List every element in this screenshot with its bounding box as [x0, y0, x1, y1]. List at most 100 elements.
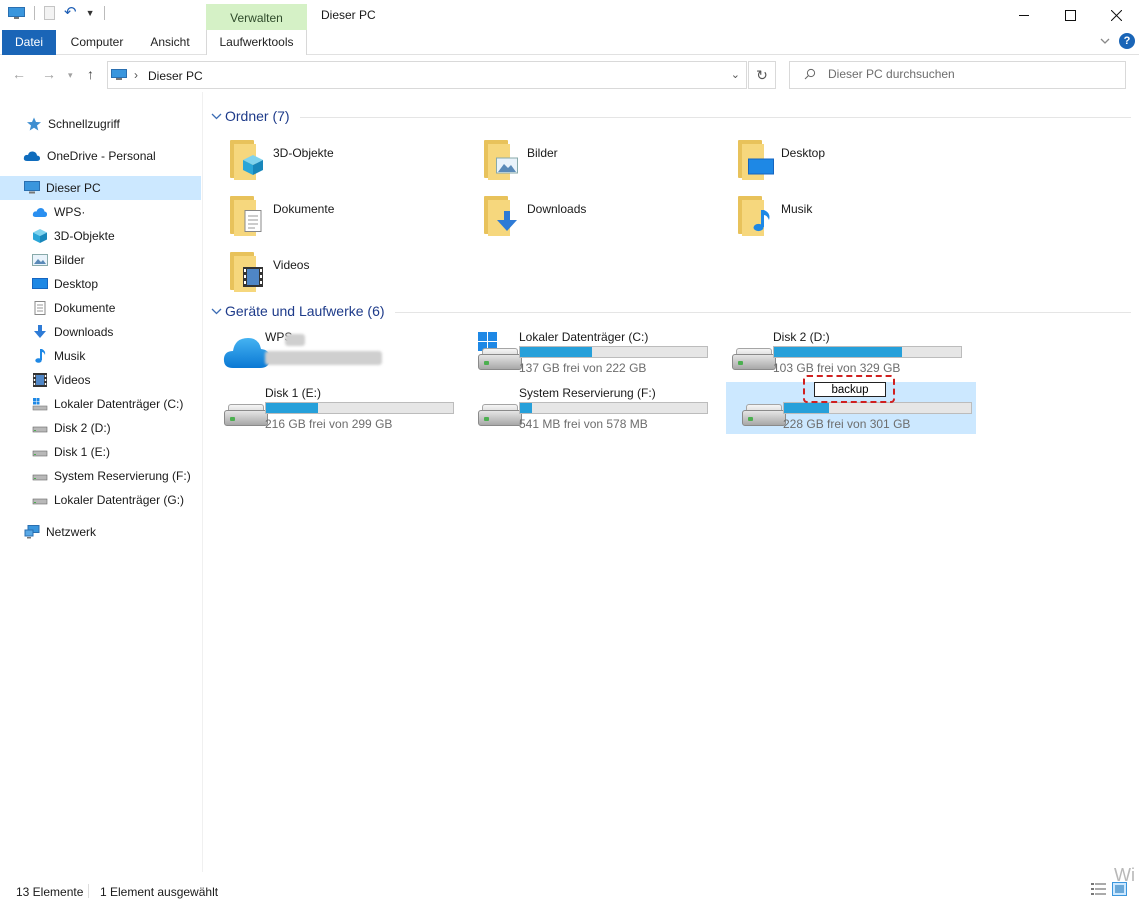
sidebar-item-label: Lokaler Datenträger (G:): [54, 493, 185, 507]
folder-tile-dokumente[interactable]: Dokumente: [208, 192, 458, 244]
breadcrumb-path[interactable]: Dieser PC: [148, 69, 203, 83]
folder-label: Desktop: [781, 146, 826, 160]
content-pane: Ordner (7) 3D-Objekte Bilder Desktop Dok…: [208, 100, 1133, 870]
desktop-icon: [32, 278, 48, 289]
tab-computer[interactable]: Computer: [70, 30, 124, 55]
sidebar-item-dieser-pc[interactable]: Dieser PC: [0, 176, 201, 200]
drive-icon: [742, 404, 786, 426]
tab-laufwerktools[interactable]: Laufwerktools: [206, 30, 307, 55]
free-space-text: 216 GB frei von 299 GB: [265, 417, 393, 431]
sidebar-item-onedrive[interactable]: OneDrive - Personal: [0, 144, 201, 168]
sidebar-item-drive-e[interactable]: Disk 1 (E:): [0, 440, 201, 464]
sidebar-item-label: 3D-Objekte: [54, 229, 115, 243]
group-title: Geräte und Laufwerke (6): [225, 303, 385, 319]
recent-locations-icon[interactable]: ▾: [68, 70, 73, 81]
computer-icon[interactable]: [8, 6, 25, 20]
breadcrumb-chevron-icon[interactable]: ›: [134, 68, 138, 82]
customize-dropdown-icon[interactable]: ▼: [86, 8, 95, 18]
sidebar-item-desktop[interactable]: Desktop: [0, 272, 201, 296]
ribbon-tabs: Datei Computer Ansicht Laufwerktools ?: [0, 30, 1139, 55]
cloud-drive-tile-wps[interactable]: WPS: [208, 326, 458, 378]
refresh-button[interactable]: ↻: [748, 61, 776, 89]
redacted-text: [285, 334, 305, 346]
folder-label: Dokumente: [273, 202, 335, 216]
sidebar-item-bilder[interactable]: Bilder: [0, 248, 201, 272]
activation-watermark: Wi: [1114, 865, 1135, 885]
tab-ansicht[interactable]: Ansicht: [143, 30, 197, 55]
film-icon: [243, 267, 263, 287]
sidebar-item-label: Schnellzugriff: [48, 117, 120, 131]
desktop-icon: [748, 158, 774, 175]
free-space-text: 137 GB frei von 222 GB: [519, 361, 647, 375]
group-header-folders[interactable]: Ordner (7): [208, 105, 1131, 127]
folder-label: Downloads: [527, 202, 587, 216]
group-header-drives[interactable]: Geräte und Laufwerke (6): [208, 300, 1131, 322]
forward-arrow-icon[interactable]: →: [42, 66, 56, 82]
details-view-icon[interactable]: [1091, 882, 1106, 896]
folder-icon: [738, 140, 774, 180]
drive-tile-d[interactable]: Disk 2 (D:) 103 GB frei von 329 GB: [716, 326, 966, 378]
undo-icon[interactable]: ↶: [64, 5, 77, 20]
drive-tile-e[interactable]: Disk 1 (E:) 216 GB frei von 299 GB: [208, 382, 458, 434]
sidebar-item-downloads[interactable]: Downloads: [0, 320, 201, 344]
sidebar-item-label: Videos: [54, 373, 91, 387]
address-dropdown-icon[interactable]: ⌄: [731, 68, 740, 81]
sidebar-item-videos[interactable]: Videos: [0, 368, 201, 392]
star-icon: [27, 117, 41, 131]
music-note-icon: [35, 349, 46, 363]
properties-icon[interactable]: [44, 6, 55, 20]
address-bar[interactable]: › Dieser PC ⌄: [107, 61, 747, 89]
tab-datei[interactable]: Datei: [2, 30, 56, 55]
sidebar-item-label: OneDrive - Personal: [47, 149, 156, 163]
expand-ribbon-icon[interactable]: [1100, 38, 1110, 45]
rename-input[interactable]: [814, 382, 886, 397]
rename-highlight: [803, 375, 895, 403]
drive-tile-c[interactable]: Lokaler Datenträger (C:) 137 GB frei von…: [462, 326, 712, 378]
sidebar-item-dokumente[interactable]: Dokumente: [0, 296, 201, 320]
sidebar-item-drive-c[interactable]: Lokaler Datenträger (C:): [0, 392, 201, 416]
folder-tile-musik[interactable]: Musik: [716, 192, 966, 244]
folder-tile-downloads[interactable]: Downloads: [462, 192, 712, 244]
sidebar-item-drive-d[interactable]: Disk 2 (D:): [0, 416, 201, 440]
folder-icon: [230, 196, 264, 236]
sidebar-item-netzwerk[interactable]: Netzwerk: [0, 520, 201, 544]
folder-tile-3d-objekte[interactable]: 3D-Objekte: [208, 136, 458, 188]
sidebar-item-label: Dieser PC: [46, 181, 101, 195]
sidebar-item-label: Netzwerk: [46, 525, 97, 539]
sidebar-item-schnellzugriff[interactable]: Schnellzugriff: [0, 112, 201, 136]
capacity-bar: [265, 402, 454, 414]
folder-tile-desktop[interactable]: Desktop: [716, 136, 966, 188]
folder-icon: [738, 196, 772, 236]
separator: [34, 6, 35, 20]
sidebar-item-3d-objekte[interactable]: 3D-Objekte: [0, 224, 201, 248]
drive-tile-f[interactable]: System Reservierung (F:) 541 MB frei von…: [462, 382, 712, 434]
up-arrow-icon[interactable]: ↑: [87, 66, 94, 82]
drive-name: Disk 1 (E:): [265, 386, 322, 400]
selection-count: 1 Element ausgewählt: [100, 885, 219, 899]
download-arrow-icon: [34, 325, 46, 338]
music-note-icon: [753, 210, 770, 232]
folder-icon: [230, 140, 264, 180]
redacted-text: [265, 351, 382, 365]
close-button[interactable]: [1093, 0, 1139, 30]
film-icon: [33, 373, 47, 387]
search-box[interactable]: [789, 61, 1126, 89]
folder-label: Musik: [781, 202, 813, 216]
sidebar-item-drive-f[interactable]: System Reservierung (F:): [0, 464, 201, 488]
back-arrow-icon[interactable]: ←: [12, 66, 26, 82]
search-input[interactable]: [828, 67, 1108, 81]
sidebar-item-drive-g[interactable]: Lokaler Datenträger (G:): [0, 488, 201, 512]
sidebar-item-wps[interactable]: WPS·: [0, 200, 201, 224]
separator: [103, 6, 105, 20]
help-icon[interactable]: ?: [1119, 33, 1135, 49]
folder-tile-videos[interactable]: Videos: [208, 248, 458, 300]
refresh-icon: ↻: [756, 67, 768, 83]
folder-icon: [230, 252, 264, 292]
sidebar-item-label: Musik: [54, 349, 86, 363]
drive-tile-g[interactable]: 228 GB frei von 301 GB: [726, 375, 976, 434]
context-tab-header: Verwalten: [206, 4, 307, 30]
minimize-button[interactable]: [1001, 0, 1047, 30]
sidebar-item-musik[interactable]: Musik: [0, 344, 201, 368]
folder-tile-bilder[interactable]: Bilder: [462, 136, 712, 188]
maximize-button[interactable]: [1047, 0, 1093, 30]
